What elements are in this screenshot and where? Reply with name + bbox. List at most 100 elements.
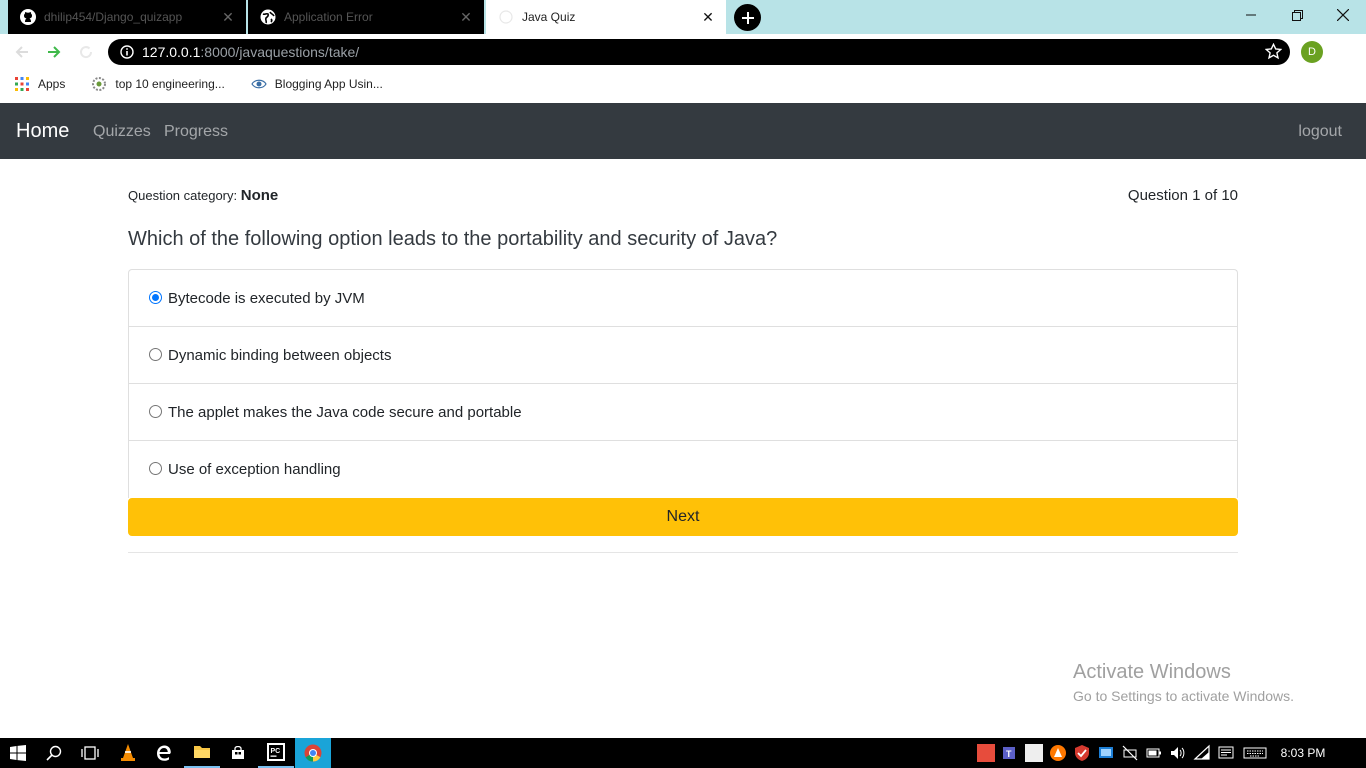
search-icon [46, 745, 62, 761]
volume-icon[interactable] [1169, 744, 1187, 762]
nav-link-logout[interactable]: logout [1298, 123, 1342, 141]
answer-option[interactable]: Dynamic binding between objects [129, 327, 1237, 384]
category-label: Question category: [128, 188, 238, 203]
restore-button[interactable] [1274, 0, 1320, 30]
answer-option-label[interactable]: The applet makes the Java code secure an… [168, 404, 522, 421]
close-tab-icon[interactable]: ✕ [700, 9, 716, 25]
activate-windows-watermark: Activate Windows Go to Settings to activ… [1073, 661, 1294, 704]
bookmark-blogging-app[interactable]: Blogging App Usin... [251, 76, 383, 92]
taskbar-vlc[interactable] [110, 738, 146, 768]
tray-teams-icon[interactable]: T [1001, 744, 1019, 762]
radio-button[interactable] [149, 347, 162, 361]
answer-option[interactable]: Use of exception handling [129, 441, 1237, 498]
taskbar-file-explorer[interactable] [184, 738, 220, 768]
github-icon [20, 9, 36, 25]
task-view-button[interactable] [72, 738, 108, 768]
tray-shield-icon[interactable] [1073, 744, 1091, 762]
back-button[interactable] [10, 40, 34, 64]
answer-options-list: Bytecode is executed by JVM Dynamic bind… [128, 269, 1238, 498]
taskbar-edge[interactable] [146, 738, 182, 768]
svg-text:T: T [1006, 749, 1012, 759]
close-tab-icon[interactable]: ✕ [220, 9, 236, 25]
reload-icon [80, 46, 93, 59]
question-category: Question category: None [128, 187, 278, 204]
answer-option[interactable]: Bytecode is executed by JVM [129, 270, 1237, 327]
radio-button[interactable] [149, 462, 162, 475]
tray-app-icon[interactable] [1025, 744, 1043, 762]
store-bag-icon [232, 746, 244, 759]
start-button[interactable] [0, 738, 36, 768]
browser-toolbar: 127.0.0.1:8000/javaquestions/take/ D [0, 34, 1366, 70]
action-center-icon[interactable] [1217, 744, 1235, 762]
radio-button-selected[interactable] [149, 290, 162, 304]
edge-icon [157, 745, 171, 761]
forward-arrow-icon [48, 46, 61, 58]
forward-button[interactable] [42, 40, 66, 64]
svg-text:PC: PC [271, 748, 281, 755]
minimize-button[interactable] [1228, 0, 1274, 30]
tray-display-icon[interactable] [1097, 744, 1115, 762]
watermark-subtitle: Go to Settings to activate Windows. [1073, 688, 1294, 704]
new-tab-button[interactable] [734, 4, 761, 31]
bookmark-star-icon[interactable] [1265, 43, 1282, 60]
close-window-button[interactable] [1320, 0, 1366, 30]
url-path: :8000/javaquestions/take/ [200, 44, 360, 60]
folder-icon [194, 746, 210, 758]
minimize-icon [1246, 14, 1256, 16]
question-text: Which of the following option leads to t… [128, 228, 778, 250]
taskbar-store[interactable] [220, 738, 256, 768]
nav-link-progress[interactable]: Progress [164, 123, 228, 141]
bookmark-label: top 10 engineering... [115, 77, 225, 91]
tab-github[interactable]: dhilip454/Django_quizapp ✕ [8, 0, 246, 34]
address-bar[interactable]: 127.0.0.1:8000/javaquestions/take/ [108, 39, 1290, 65]
bookmark-engineering[interactable]: top 10 engineering... [91, 76, 225, 92]
page-icon [499, 10, 513, 24]
tab-java-quiz[interactable]: Java Quiz ✕ [486, 0, 726, 34]
network-disabled-icon[interactable] [1121, 744, 1139, 762]
globe-icon [260, 9, 276, 25]
tray-app-icon[interactable] [977, 744, 995, 762]
navbar-brand-home[interactable]: Home [16, 120, 69, 143]
tray-avast-icon[interactable] [1049, 744, 1067, 762]
site-icon [92, 77, 107, 91]
plus-icon [741, 11, 754, 24]
nav-link-quizzes[interactable]: Quizzes [93, 123, 151, 141]
tab-title: Java Quiz [522, 10, 576, 24]
url-host: 127.0.0.1 [142, 44, 201, 60]
keyboard-icon[interactable] [1243, 744, 1267, 762]
search-button[interactable] [36, 738, 72, 768]
bookmark-label: Blogging App Usin... [274, 77, 383, 91]
radio-button[interactable] [149, 404, 162, 418]
taskbar-chrome[interactable] [295, 738, 331, 768]
info-icon[interactable] [120, 45, 134, 59]
app-navbar: Home Quizzes Progress logout [0, 103, 1366, 159]
apps-grid-icon [15, 77, 29, 91]
next-button[interactable]: Next [128, 498, 1238, 536]
answer-option-label[interactable]: Bytecode is executed by JVM [168, 290, 365, 307]
profile-avatar[interactable]: D [1301, 41, 1323, 63]
tab-application-error[interactable]: Application Error ✕ [248, 0, 484, 34]
answer-option-label[interactable]: Use of exception handling [168, 461, 341, 478]
bookmark-apps[interactable]: Apps [14, 76, 65, 92]
battery-icon[interactable] [1145, 744, 1163, 762]
category-value: None [240, 187, 279, 204]
eye-logo-icon [251, 79, 267, 89]
answer-option-label[interactable]: Dynamic binding between objects [168, 347, 391, 364]
close-icon [1337, 9, 1349, 21]
url-text[interactable]: 127.0.0.1:8000/javaquestions/take/ [142, 44, 359, 60]
windows-logo-icon [10, 745, 26, 761]
close-tab-icon[interactable]: ✕ [458, 9, 474, 25]
answer-option[interactable]: The applet makes the Java code secure an… [129, 384, 1237, 441]
chrome-icon [304, 744, 322, 762]
reload-button[interactable] [74, 40, 98, 64]
task-view-icon [81, 746, 99, 760]
wifi-icon[interactable] [1193, 744, 1211, 762]
taskbar-clock[interactable]: 8:03 PM [1272, 738, 1334, 768]
back-arrow-icon [15, 46, 28, 58]
bookmark-label: Apps [38, 77, 66, 91]
tab-title: dhilip454/Django_quizapp [44, 10, 183, 24]
tab-title: Application Error [284, 10, 373, 24]
taskbar-pycharm[interactable]: PC [258, 738, 294, 768]
question-progress: Question 1 of 10 [1127, 187, 1238, 204]
bookmarks-bar: Apps top 10 engineering... Blogging App … [0, 70, 1366, 98]
